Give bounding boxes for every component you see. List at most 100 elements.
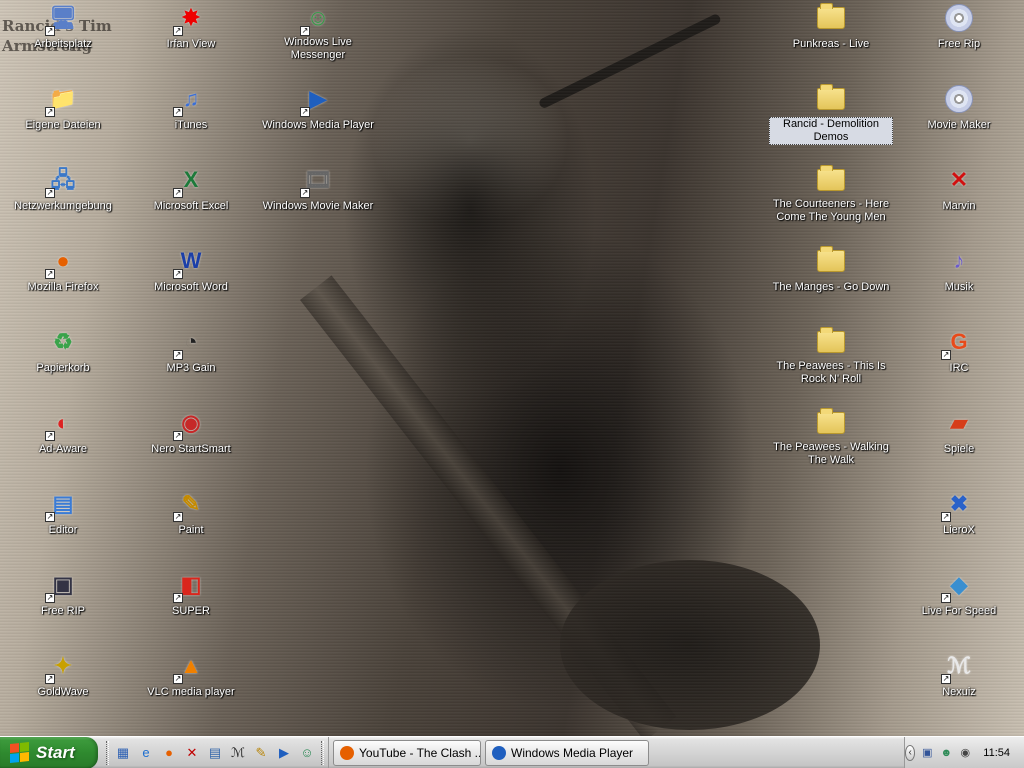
tray-icons: ▣ ☻ ◉ — [920, 746, 972, 760]
desktop-icon-label: Papierkorb — [36, 362, 90, 374]
desktop-icon-courteeners[interactable]: The Courteeners - Here Come The Young Me… — [767, 164, 895, 225]
desktop-icon-live-for-speed[interactable]: ◆ ↗ Live For Speed — [895, 569, 1023, 619]
shortcut-arrow-icon: ↗ — [45, 107, 55, 117]
quick-launch-grip-end[interactable] — [321, 740, 324, 765]
media-player-quick-icon[interactable]: ▶ — [275, 744, 293, 762]
desktop-icon-mozilla-firefox[interactable]: ● ↗ Mozilla Firefox — [0, 245, 127, 295]
desktop-icon-label: VLC media player — [147, 686, 235, 698]
messenger-tray-icon[interactable]: ☻ — [939, 746, 953, 760]
folder-icon — [815, 83, 847, 115]
desktop-icon-nero-startsmart[interactable]: ◉ ↗ Nero StartSmart — [127, 407, 255, 457]
desktop-icon-eigene-dateien[interactable]: 📁 ↗ Eigene Dateien — [0, 83, 127, 133]
clock[interactable]: 11:54 — [983, 747, 1010, 759]
vlc-icon: ▲ ↗ — [173, 653, 202, 684]
desktop-icon-peawees-walk[interactable]: The Peawees - Walking The Walk — [767, 407, 895, 468]
desktop-icon-punkreas[interactable]: Punkreas - Live — [767, 2, 895, 52]
paint-quick-icon[interactable]: ✎ — [252, 744, 270, 762]
shortcut-arrow-icon: ↗ — [941, 350, 951, 360]
desktop-icon-movie-maker[interactable]: Movie Maker — [895, 83, 1023, 133]
internet-explorer-icon[interactable]: e — [137, 744, 155, 762]
desktop-icon-spiele[interactable]: ▰ Spiele — [895, 407, 1023, 457]
start-button[interactable]: Start — [0, 736, 98, 768]
desktop-icon-label: Paint — [178, 524, 204, 536]
desktop-icon-wmp[interactable]: ▶ ↗ Windows Media Player — [254, 83, 382, 133]
desktop-icon-vlc[interactable]: ▲ ↗ VLC media player — [127, 650, 255, 700]
media-player-icon: ▶ ↗ — [300, 86, 327, 117]
shortcut-arrow-icon: ↗ — [173, 674, 183, 684]
desktop-icon-goldwave[interactable]: ✦ ↗ GoldWave — [0, 650, 127, 700]
desktop-icon-label: Irfan View — [166, 38, 216, 50]
desktop-icon-rancid[interactable]: Rancid - Demolition Demos — [767, 83, 895, 145]
desktop-icon-super[interactable]: ◧ ↗ SUPER — [127, 569, 255, 619]
adaware-icon: ◐ ↗ — [45, 410, 70, 441]
media-player-icon — [492, 745, 506, 760]
desktop-icon-manges[interactable]: The Manges - Go Down — [767, 245, 895, 295]
irc-icon: G ↗ — [941, 329, 968, 360]
lfs-icon: ◆ ↗ — [941, 572, 968, 603]
desktop-icon-itunes[interactable]: ♫ ↗ iTunes — [127, 83, 255, 133]
desktop-icon-editor[interactable]: ▤ ↗ Editor — [0, 488, 127, 538]
desktop-icon-label: GoldWave — [37, 686, 89, 698]
taskbar-button[interactable]: Windows Media Player — [485, 739, 649, 766]
desktop-icon-microsoft-excel[interactable]: X ↗ Microsoft Excel — [127, 164, 255, 214]
desktop-icon-microsoft-word[interactable]: W ↗ Microsoft Word — [127, 245, 255, 295]
desktop-icon-irfan-view[interactable]: ✸ ↗ Irfan View — [127, 2, 255, 52]
show-desktop-icon[interactable]: ▦ — [114, 744, 132, 762]
desktop-icon-mp3-gain[interactable]: ◔ ↗ MP3 Gain — [127, 326, 255, 376]
taskbar: Start ▦ e ● ✕ ▤ ℳ ✎ ▶ ☺ YouTube - The Clash ... W… — [0, 736, 1024, 768]
shortcut-arrow-icon: ↗ — [173, 593, 183, 603]
desktop-icon-free-rip-left[interactable]: ▣ ↗ Free RIP — [0, 569, 127, 619]
marvin-quick-icon[interactable]: ✕ — [183, 744, 201, 762]
taskbar-button-label: YouTube - The Clash ... — [359, 745, 481, 760]
desktop-icon-paint[interactable]: ✎ ↗ Paint — [127, 488, 255, 538]
desktop-icon-label: Microsoft Excel — [153, 200, 229, 212]
desktop-icon-papierkorb[interactable]: ♻ Papierkorb — [0, 326, 127, 376]
desktop-icon-ad-aware[interactable]: ◐ ↗ Ad-Aware — [0, 407, 127, 457]
documents-folder-icon: 📁 ↗ — [45, 86, 77, 117]
desktop-icon-label: Free Rip — [937, 38, 981, 50]
nero-icon: ◉ ↗ — [173, 410, 201, 441]
desktop-icon-arbeitsplatz[interactable]: 🖥 ↗ Arbeitsplatz — [0, 2, 127, 52]
desktop-icon-label: Spiele — [943, 443, 975, 455]
desktop-icon-peawees-rocknroll[interactable]: The Peawees - This Is Rock N' Roll — [767, 326, 895, 387]
shortcut-arrow-icon: ↗ — [941, 512, 951, 522]
desktop-icon-netzwerkumgebung[interactable]: 🖧 ↗ Netzwerkumgebung — [0, 164, 127, 214]
tray-expand-icon[interactable]: ‹ — [905, 745, 916, 761]
shortcut-arrow-icon: ↗ — [173, 512, 183, 522]
shortcut-arrow-icon: ↗ — [941, 674, 951, 684]
windows-logo-icon — [10, 741, 30, 763]
lierox-icon: ✖ ↗ — [941, 491, 969, 522]
desktop-icon-wlm[interactable]: ☺ ↗ Windows Live Messenger — [254, 2, 382, 63]
firefox-quick-icon[interactable]: ● — [160, 744, 178, 762]
taskbar-button[interactable]: YouTube - The Clash ... — [333, 739, 481, 766]
system-tray: ‹ ▣ ☻ ◉ 11:54 — [904, 737, 1024, 768]
desktop-icon-label: Mozilla Firefox — [27, 281, 99, 293]
desktop-icon-irc[interactable]: G ↗ IRC — [895, 326, 1023, 376]
notepad-quick-icon[interactable]: ▤ — [206, 744, 224, 762]
desktop-icon-lierox[interactable]: ✖ ↗ LieroX — [895, 488, 1023, 538]
notepad-icon: ▤ ↗ — [45, 491, 74, 522]
folder-icon — [815, 245, 847, 277]
messenger-quick-icon[interactable]: ☺ — [298, 744, 316, 762]
quick-launch-grip[interactable] — [106, 740, 109, 765]
shortcut-arrow-icon: ↗ — [45, 674, 55, 684]
wallpaper-guitar-body — [560, 560, 820, 730]
shortcut-arrow-icon: ↗ — [45, 593, 55, 603]
desktop-icon-wmm[interactable]: 🎞 ↗ Windows Movie Maker — [254, 164, 382, 214]
desktop-icon-nexuiz[interactable]: ℳ ↗ Nexuiz — [895, 650, 1023, 700]
desktop-icon-musik[interactable]: ♪ Musik — [895, 245, 1023, 295]
desktop-icon-label: Editor — [48, 524, 78, 536]
network-tray-icon[interactable]: ▣ — [920, 746, 934, 760]
shortcut-arrow-icon: ↗ — [45, 269, 55, 279]
desktop-icon-label: Marvin — [942, 200, 976, 212]
shortcut-arrow-icon: ↗ — [45, 26, 55, 36]
desktop-icon-free-rip-right[interactable]: Free Rip — [895, 2, 1023, 52]
shortcut-arrow-icon: ↗ — [300, 26, 310, 36]
desktop-icon-label: The Manges - Go Down — [772, 281, 890, 293]
shortcut-arrow-icon: ↗ — [173, 269, 183, 279]
volume-tray-icon[interactable]: ◉ — [958, 746, 972, 760]
desktop-icon-label: LieroX — [943, 524, 975, 536]
shortcut-arrow-icon: ↗ — [300, 107, 310, 117]
desktop-icon-marvin[interactable]: ✕ Marvin — [895, 164, 1023, 214]
nexuiz-quick-icon[interactable]: ℳ — [229, 744, 247, 762]
